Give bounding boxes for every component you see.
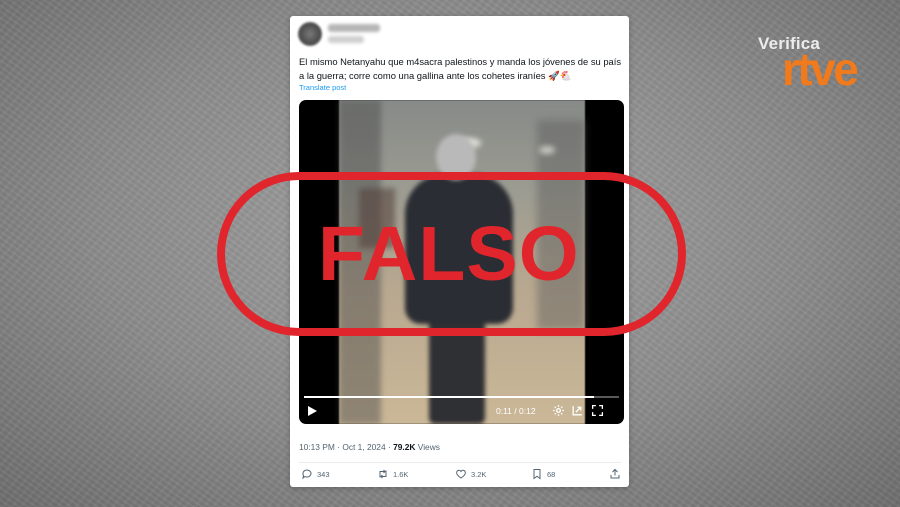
like-count: 3.2K [471,469,487,479]
video-time: 0:11 / 0:12 [496,406,536,416]
views-count: 79.2K [393,442,416,452]
reply-button[interactable]: 343 [301,468,330,480]
avatar[interactable] [298,22,322,46]
author-name-blurred[interactable] [328,24,380,32]
author-handle-blurred [328,36,364,43]
tweet-timestamp: 10:13 PM · Oct 1, 2024 · 79.2K Views [299,442,440,452]
play-icon[interactable] [308,406,317,416]
repost-icon [379,469,387,479]
views-label: Views [417,442,440,452]
divider [299,462,621,463]
tweet-text: El mismo Netanyahu que m4sacra palestino… [299,56,622,81]
brand-logo: Verifica rtve [758,30,870,102]
repost-button[interactable]: 1.6K [377,468,408,480]
tweet-date[interactable]: Oct 1, 2024 [342,442,385,452]
brand-rtve-text: rtve [782,43,859,95]
share-button[interactable] [609,468,621,480]
like-button[interactable]: 3.2K [455,468,486,480]
repost-count: 1.6K [393,469,409,479]
gear-icon[interactable] [552,404,565,417]
video-progress-bar[interactable] [304,396,619,398]
subtitles-icon[interactable] [571,404,584,417]
fullscreen-icon[interactable] [591,404,604,417]
falso-stamp-text: FALSO [318,211,580,297]
translate-post-link[interactable]: Translate post [299,83,346,92]
bookmark-button[interactable]: 68 [531,468,555,480]
reply-icon [302,469,312,480]
frame-light [539,146,555,154]
bookmark-icon [533,469,541,480]
reply-count: 343 [317,469,330,479]
heart-icon [456,469,466,479]
bookmark-count: 68 [547,469,556,479]
video-progress-fill [304,396,594,398]
tweet-actions: 343 1.6K 3.2K 68 [299,468,621,484]
share-icon [610,468,620,479]
tweet-time[interactable]: 10:13 PM [299,442,335,452]
